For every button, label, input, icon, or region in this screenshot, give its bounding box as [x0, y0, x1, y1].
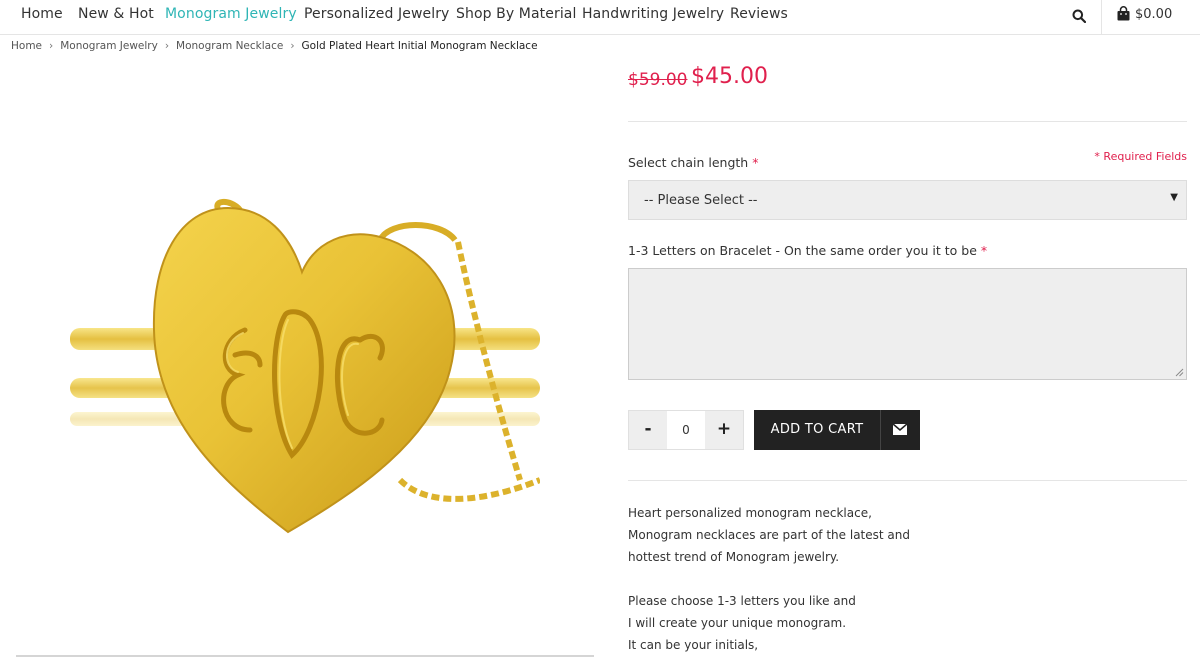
resize-grip-icon[interactable] — [1175, 368, 1184, 377]
letters-label-text: 1-3 Letters on Bracelet - On the same or… — [628, 243, 977, 258]
chain-length-value: -- Please Select -- — [644, 193, 758, 208]
nav-item-handwriting-jewelry[interactable]: Handwriting Jewelry — [582, 6, 724, 22]
description-line: Please choose 1-3 letters you like and — [628, 594, 856, 608]
email-button[interactable] — [880, 410, 920, 450]
search-icon — [1072, 9, 1086, 23]
breadcrumb-current: Gold Plated Heart Initial Monogram Neckl… — [301, 40, 538, 52]
top-navigation: Home New & Hot Monogram Jewelry Personal… — [0, 0, 1200, 35]
chevron-right-icon: › — [49, 40, 54, 52]
breadcrumb-monogram-necklace[interactable]: Monogram Necklace — [176, 40, 283, 52]
quantity-input[interactable]: 0 — [667, 411, 705, 449]
product-image[interactable] — [70, 180, 542, 596]
shopping-bag-icon — [1117, 6, 1130, 21]
breadcrumb: Home › Monogram Jewelry › Monogram Necklace ›… — [11, 40, 538, 52]
required-star: * — [980, 243, 988, 258]
description-line: Monogram necklaces are part of the lates… — [628, 528, 910, 542]
letters-label: 1-3 Letters on Bracelet - On the same or… — [628, 243, 987, 258]
chain-length-label-text: Select chain length — [628, 155, 749, 170]
divider-bottom — [628, 480, 1187, 481]
chevron-right-icon: › — [290, 40, 295, 52]
nav-item-personalized-jewelry[interactable]: Personalized Jewelry — [304, 6, 449, 22]
envelope-icon — [893, 424, 907, 435]
chevron-right-icon: › — [164, 40, 170, 52]
breadcrumb-home[interactable]: Home — [11, 40, 42, 52]
nav-item-home[interactable]: Home — [21, 6, 63, 22]
description-spacer — [628, 568, 910, 590]
caret-down-icon: ▼ — [1170, 192, 1178, 203]
letters-textarea[interactable] — [628, 268, 1187, 380]
search-button[interactable] — [1058, 0, 1102, 34]
chain-length-select[interactable]: -- Please Select -- ▼ — [628, 180, 1187, 220]
add-to-cart-button[interactable]: ADD TO CART — [754, 410, 880, 450]
chain-length-label: Select chain length * — [628, 155, 758, 170]
description-line: It can be your initials, — [628, 638, 759, 652]
description-line: Heart personalized monogram necklace, — [628, 506, 872, 520]
cart-total: $0.00 — [1135, 7, 1173, 22]
nav-item-reviews[interactable]: Reviews — [730, 6, 788, 22]
divider-top — [628, 121, 1187, 122]
old-price: $59.00 — [628, 70, 688, 90]
nav-item-monogram-jewelry[interactable]: Monogram Jewelry — [165, 6, 297, 22]
nav-item-new-hot[interactable]: New & Hot — [78, 6, 154, 22]
required-fields-note: * Required Fields — [1094, 150, 1187, 163]
heart-necklace-illustration — [70, 199, 542, 534]
nav-item-shop-by-material[interactable]: Shop By Material — [456, 6, 576, 22]
product-description: Heart personalized monogram necklace, Mo… — [628, 502, 910, 656]
breadcrumb-monogram-jewelry[interactable]: Monogram Jewelry — [60, 40, 158, 52]
required-star: * — [752, 155, 759, 170]
description-line: I will create your unique monogram. — [628, 616, 847, 630]
quantity-decrease-button[interactable]: - — [629, 411, 667, 449]
description-line: hottest trend of Monogram jewelry. — [628, 550, 840, 564]
sale-price: $45.00 — [691, 64, 768, 89]
quantity-stepper: - 0 + — [628, 410, 744, 450]
quantity-increase-button[interactable]: + — [705, 411, 743, 449]
cart-button[interactable]: $0.00 — [1116, 6, 1172, 26]
